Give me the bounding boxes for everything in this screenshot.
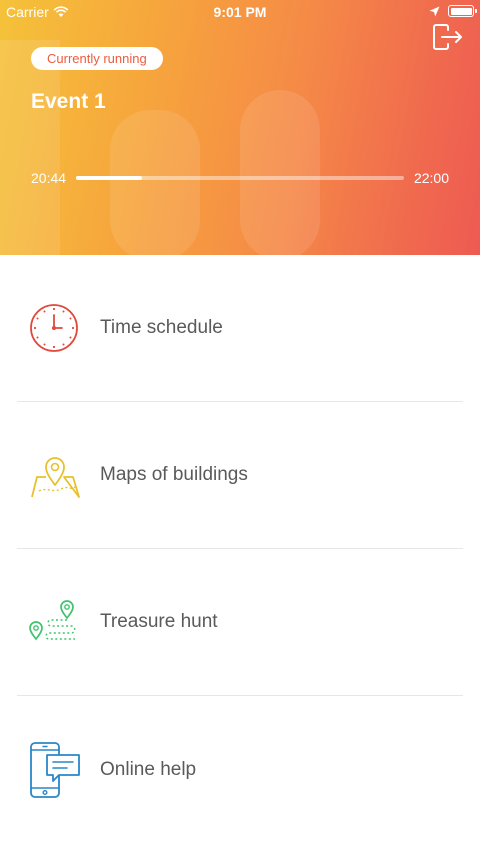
progress-track [76,176,404,180]
status-badge: Currently running [31,47,163,70]
logout-icon [433,24,462,50]
menu-item-online-help[interactable]: Online help [17,696,463,843]
location-arrow-icon [429,6,440,16]
menu-item-maps-of-buildings[interactable]: Maps of buildings [17,402,463,549]
end-time: 22:00 [413,170,449,186]
status-time: 9:01 PM [213,4,267,20]
menu-item-label: Maps of buildings [100,464,248,485]
menu-item-label: Treasure hunt [100,611,218,632]
start-time: 20:44 [31,170,67,186]
status-bar: Carrier 9:01 PM [0,0,480,24]
event-hero: Carrier 9:01 PM Currently running Event … [0,0,480,255]
menu-item-time-schedule[interactable]: Time schedule [17,255,463,402]
main-menu: Time schedule Maps of buildings Treasure… [0,255,480,843]
progress-fill [76,176,142,180]
phone-chat-icon [30,741,80,798]
logout-button[interactable] [432,24,464,50]
menu-item-label: Time schedule [100,317,223,338]
event-title: Event 1 [31,90,106,113]
menu-item-label: Online help [100,758,197,780]
map-pin-icon [31,457,80,498]
clock-icon [30,304,78,352]
route-pins-icon [29,600,76,641]
hero-overlay [0,0,480,255]
menu-item-treasure-hunt[interactable]: Treasure hunt [17,549,463,696]
event-progress: 20:44 22:00 [31,168,449,188]
battery-icon [448,5,477,17]
